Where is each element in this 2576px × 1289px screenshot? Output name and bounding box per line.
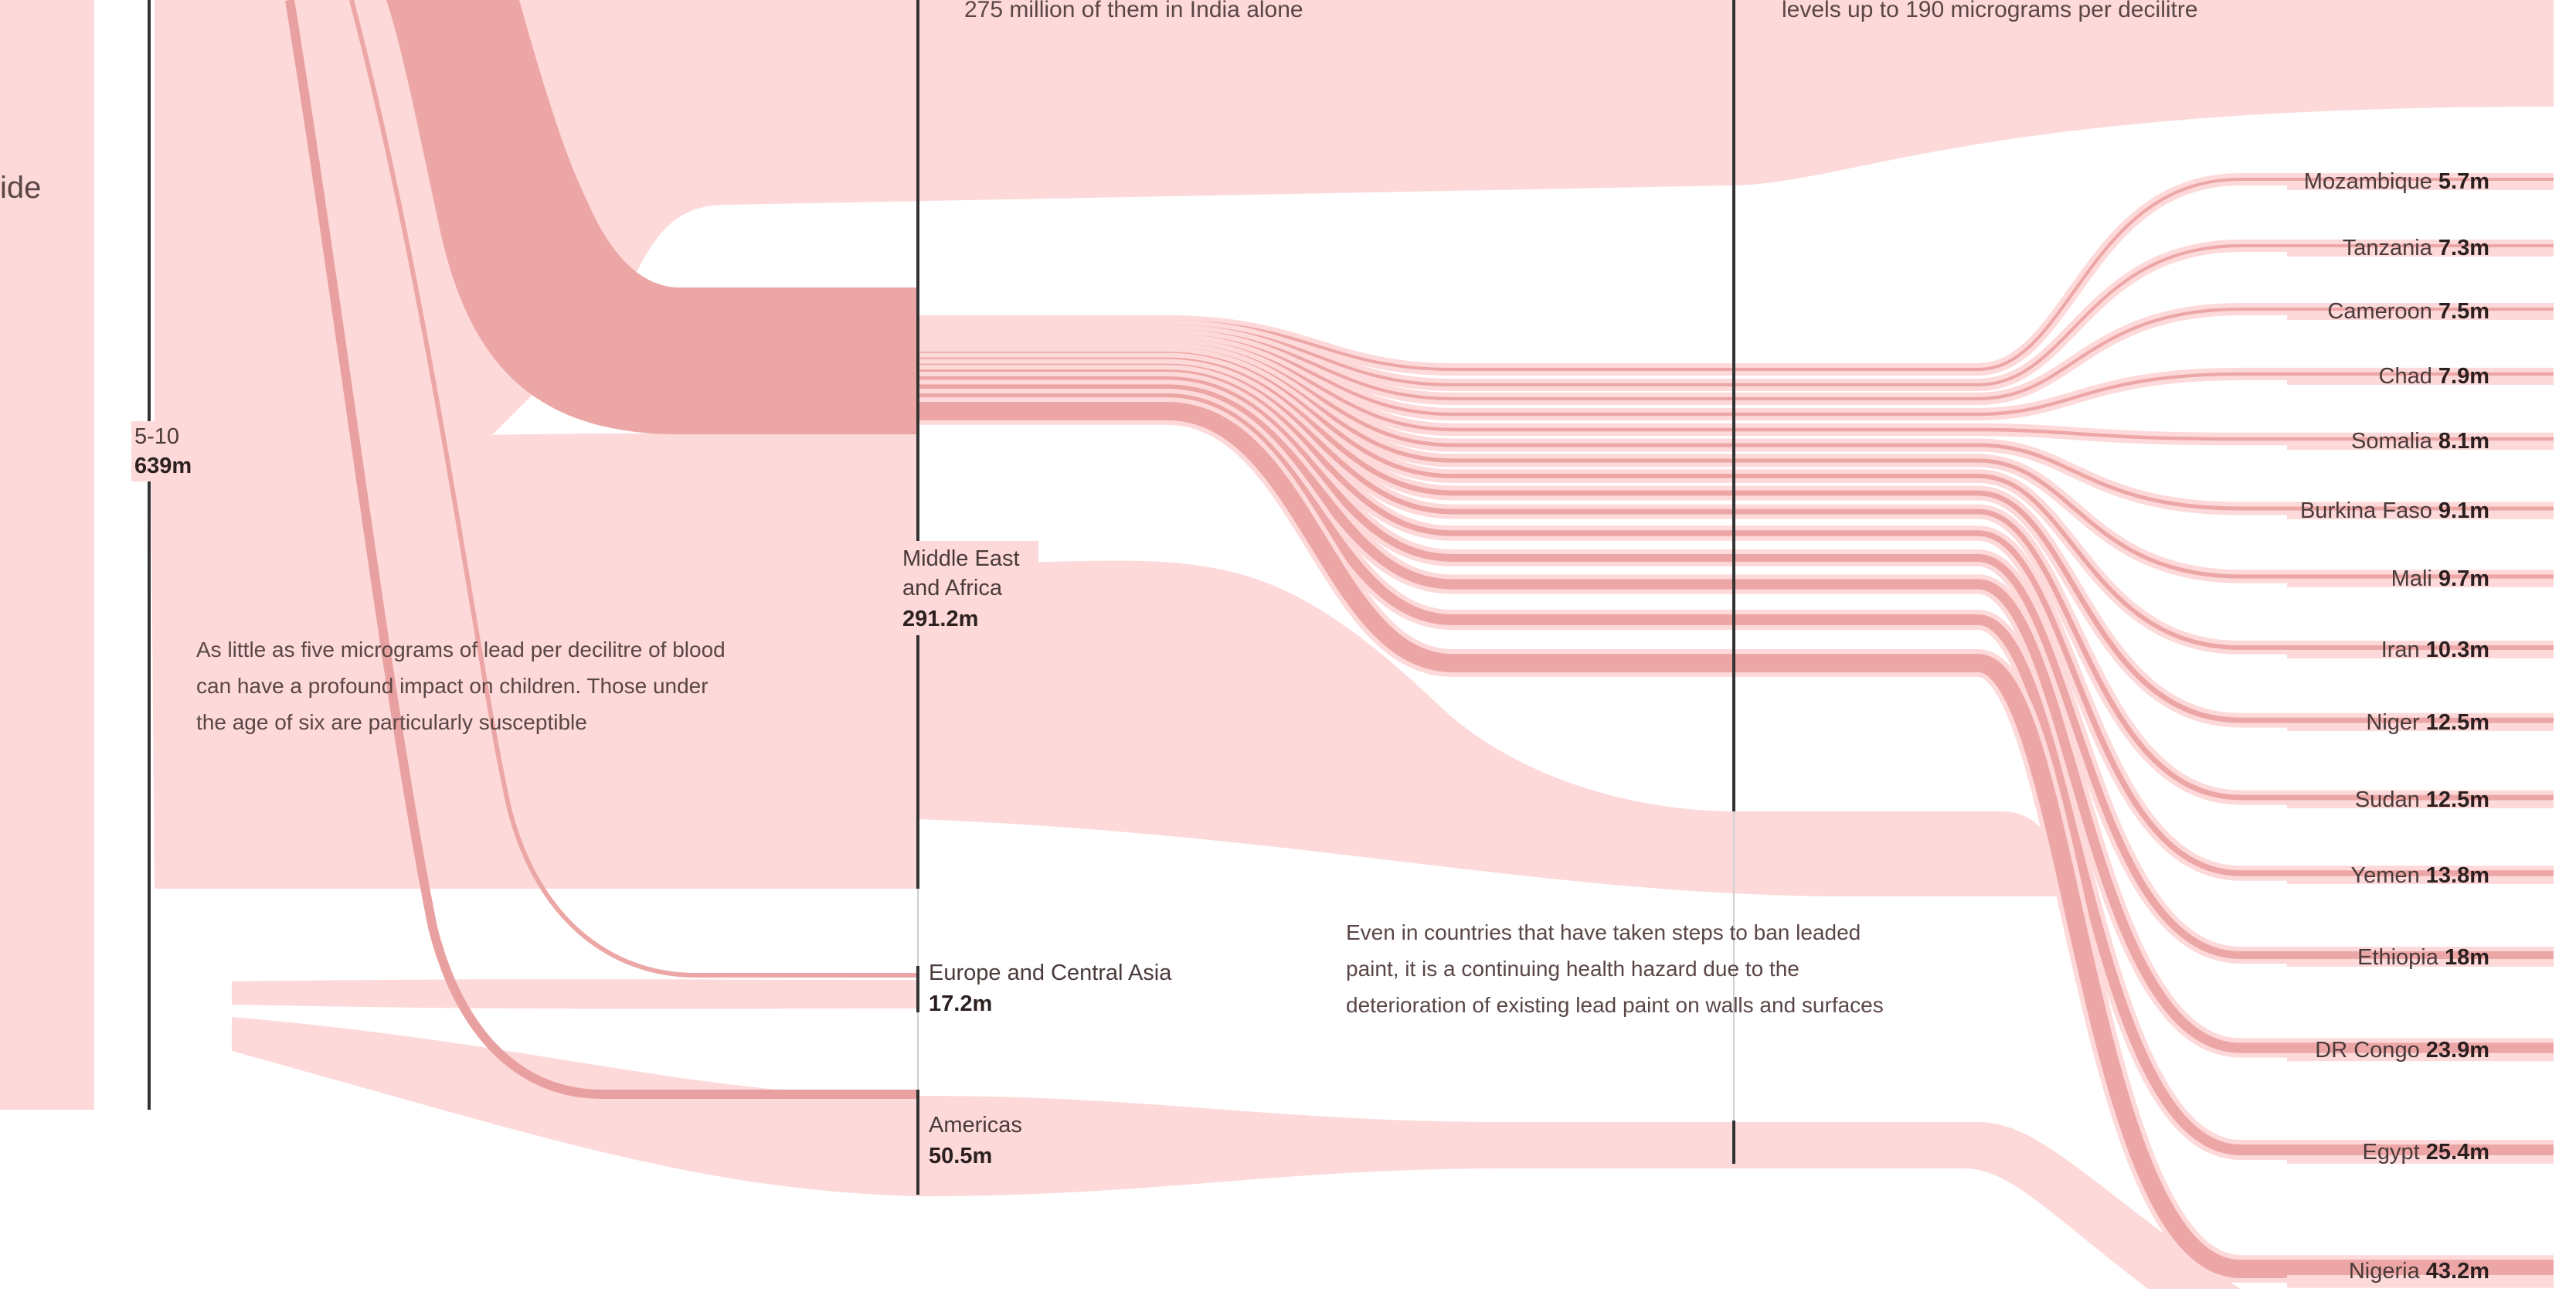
country-label: Burkina Faso 9.1m (2300, 498, 2489, 523)
country-label-gap (2420, 787, 2426, 812)
note-lead-paint-line: Even in countries that have taken steps … (1346, 920, 1861, 944)
country-label: Chad 7.9m (2379, 364, 2490, 389)
country-label-gap (2432, 498, 2438, 523)
country-label: Ethiopia 18m (2357, 945, 2489, 970)
country-label-gap (2432, 236, 2438, 260)
country-label: Cameroon 7.5m (2327, 299, 2489, 324)
country-name: Mali (2391, 566, 2432, 591)
note-susceptible-line: the age of six are particularly suscepti… (196, 710, 587, 734)
country-label: Somalia 8.1m (2351, 429, 2489, 454)
country-name: Mozambique (2304, 169, 2432, 194)
age-group-value: 639m (134, 454, 192, 478)
country-name: Cameroon (2327, 299, 2432, 324)
country-value: 7.3m (2438, 236, 2489, 260)
country-label-gap (2420, 710, 2426, 735)
country-value: 9.7m (2438, 566, 2489, 591)
country-value: 23.9m (2426, 1038, 2489, 1063)
note-india: 275 million of them in India alone (964, 0, 1303, 22)
country-label-gap (2432, 364, 2438, 389)
note-lead-paint-line: paint, it is a continuing health hazard … (1346, 957, 1799, 981)
flow-americas-onward (918, 1096, 2241, 1289)
country-name: Iran (2381, 638, 2420, 662)
lead-exposure-sankey-chart: 275 million of them in India alone levels… (0, 0, 2554, 1289)
country-label-gap (2420, 1038, 2426, 1063)
region-value-middle-east-africa: 291.2m (902, 607, 978, 631)
region-name-europe-central-asia: Europe and Central Asia (929, 961, 1172, 985)
region-value-europe-central-asia: 17.2m (929, 991, 992, 1016)
country-name: Somalia (2351, 429, 2433, 454)
country-name: Egypt (2363, 1140, 2420, 1165)
left-edge-label-fragment: ide (0, 171, 41, 205)
country-value: 9.1m (2438, 498, 2489, 523)
region-name-americas: Americas (929, 1113, 1022, 1138)
country-name: Ethiopia (2357, 945, 2439, 970)
country-value: 8.1m (2438, 429, 2489, 454)
country-name: Sudan (2355, 787, 2420, 812)
region-name-africa: and Africa (902, 576, 1003, 600)
flow-to-europe-central-asia (232, 979, 918, 1009)
country-name: DR Congo (2315, 1038, 2419, 1063)
country-label-gap (2432, 566, 2438, 591)
country-name: Tanzania (2343, 236, 2433, 260)
country-label-gap (2420, 863, 2426, 888)
country-label: Mali 9.7m (2391, 566, 2489, 591)
flow-to-americas (232, 1017, 918, 1196)
country-value: 10.3m (2426, 638, 2489, 662)
country-label: Sudan 12.5m (2355, 787, 2489, 812)
country-value: 7.5m (2438, 299, 2489, 324)
country-label-gap (2432, 299, 2438, 324)
country-label: Tanzania 7.3m (2343, 236, 2489, 260)
country-value: 43.2m (2426, 1259, 2489, 1284)
country-value: 13.8m (2426, 863, 2489, 888)
region-name-middle-east: Middle East (902, 546, 1020, 571)
country-label-gap (2432, 429, 2438, 454)
note-levels: levels up to 190 micrograms per decilitr… (1782, 0, 2198, 22)
country-label-gap (2420, 1259, 2426, 1284)
country-value: 25.4m (2426, 1140, 2489, 1165)
age-group-label: 5-10 (134, 424, 179, 449)
country-name: Nigeria (2349, 1259, 2421, 1284)
country-value: 5.7m (2438, 169, 2489, 194)
country-value: 12.5m (2426, 710, 2489, 735)
country-label: Iran 10.3m (2381, 638, 2489, 662)
country-label: DR Congo 23.9m (2315, 1038, 2489, 1063)
country-label: Nigeria 43.2m (2349, 1259, 2489, 1284)
region-value-americas: 50.5m (929, 1144, 992, 1168)
note-susceptible-line: can have a profound impact on children. … (196, 674, 709, 698)
note-susceptible-line: As little as five micrograms of lead per… (196, 638, 726, 662)
country-value: 12.5m (2426, 787, 2489, 812)
country-label-gap (2438, 945, 2445, 970)
country-label-gap (2420, 638, 2426, 662)
country-label-gap (2420, 1140, 2426, 1165)
country-label: Niger 12.5m (2366, 710, 2489, 735)
country-name: Yemen (2350, 863, 2419, 888)
country-value: 18m (2445, 945, 2489, 970)
country-name: Niger (2366, 710, 2420, 735)
note-lead-paint-line: deterioration of existing lead paint on … (1346, 993, 1884, 1017)
country-label: Egypt 25.4m (2363, 1140, 2489, 1165)
country-label-gap (2432, 169, 2438, 194)
country-name: Burkina Faso (2300, 498, 2432, 523)
left-source-band (0, 0, 94, 1110)
country-name: Chad (2379, 364, 2432, 389)
country-value: 7.9m (2438, 364, 2489, 389)
country-label: Mozambique 5.7m (2304, 169, 2489, 194)
country-label: Yemen 13.8m (2350, 863, 2489, 888)
